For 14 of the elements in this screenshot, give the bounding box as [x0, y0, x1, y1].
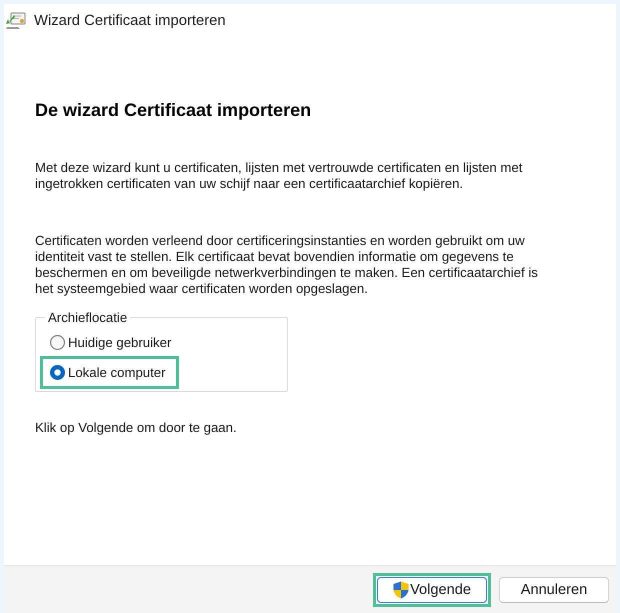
radio-icon[interactable]: [50, 365, 65, 380]
description-paragraph: Certificaten worden verleend door certificeringsinstanties en worden gebruikt om uw identiteit vast te stellen. Elk certificaat bevat bovendien informatie om gegevens te beschermen en om beveiligde netwerkverbindingen te maken. Een certificaatarchief is het systeemgebied waar certificaten worden opgeslagen.: [35, 233, 539, 297]
window-title: Wizard Certificaat importeren: [34, 13, 226, 29]
certificate-icon: [6, 12, 26, 30]
wizard-heading: De wizard Certificaat importeren: [35, 99, 312, 121]
radio-icon[interactable]: [50, 335, 65, 350]
group-legend: Archieflocatie: [45, 310, 130, 325]
instruction-text: Klik op Volgende om door te gaan.: [35, 420, 238, 436]
radio-option[interactable]: Huidige gebruiker: [50, 331, 172, 354]
shield-icon: [393, 580, 410, 598]
radio-option[interactable]: Lokale computer: [50, 361, 166, 384]
cancel-button[interactable]: Annuleren: [499, 576, 609, 602]
next-button[interactable]: Volgende: [377, 576, 487, 602]
description-paragraph: Met deze wizard kunt u certificaten, lijsten met vertrouwde certificaten en lijsten met ingetrokken certificaten van uw schijf naar een certificaatarchief kopiëren.: [35, 160, 524, 192]
